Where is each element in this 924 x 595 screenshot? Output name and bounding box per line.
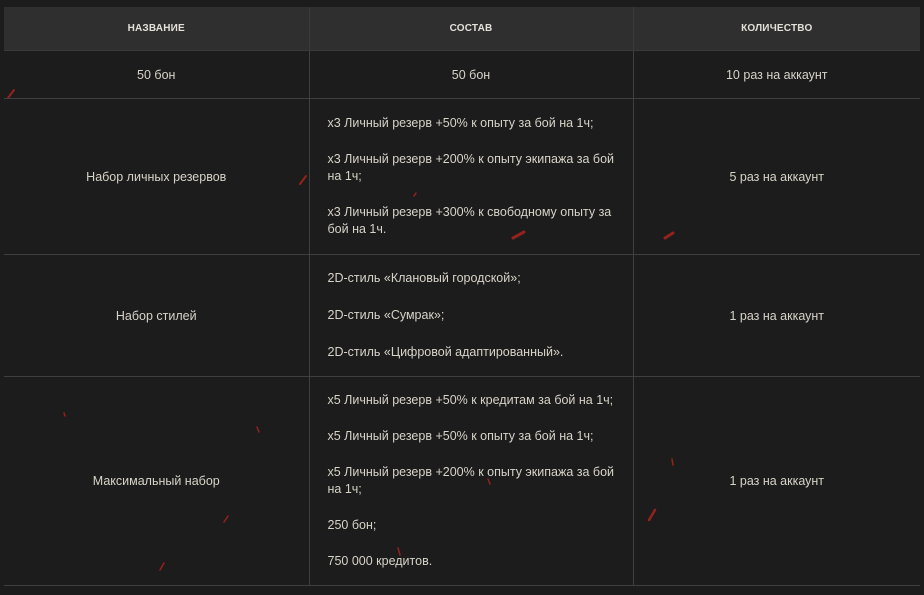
contents-item: x3 Личный резерв +200% к опыту экипажа з… — [327, 152, 615, 183]
contents-item: 750 000 кредитов. — [327, 554, 433, 568]
cell-quantity: 1 раз на аккаунт — [632, 254, 920, 377]
table-row: Набор стилей 2D-стиль «Клановый городско… — [4, 254, 920, 377]
contents-item: x3 Личный резерв +50% к опыту за бой на … — [327, 116, 594, 130]
cell-name: Набор личных резервов — [4, 98, 310, 255]
table-row: Набор личных резервов x3 Личный резерв +… — [4, 98, 920, 255]
table-row: Максимальный набор x5 Личный резерв +50%… — [4, 376, 920, 586]
contents-item: 250 бон; — [327, 518, 377, 532]
contents-item: x5 Личный резерв +200% к опыту экипажа з… — [327, 465, 615, 496]
contents-item: 2D-стиль «Цифровой адаптированный». — [327, 345, 564, 359]
cell-quantity: 1 раз на аккаунт — [632, 376, 920, 586]
cell-quantity: 10 раз на аккаунт — [632, 50, 920, 99]
column-header-name: НАЗВАНИЕ — [4, 7, 310, 51]
cell-quantity: 5 раз на аккаунт — [632, 98, 920, 255]
contents-item: x5 Личный резерв +50% к опыту за бой на … — [327, 429, 594, 443]
column-header-quantity: КОЛИЧЕСТВО — [632, 7, 920, 51]
contents-item: 2D-стиль «Сумрак»; — [327, 308, 445, 322]
cell-contents: x3 Личный резерв +50% к опыту за бой на … — [308, 98, 634, 255]
table-row: 50 бон 50 бон 10 раз на аккаунт — [4, 50, 920, 99]
column-header-contents: СОСТАВ — [308, 7, 634, 51]
contents-item: x3 Личный резерв +300% к свободному опыт… — [327, 205, 612, 236]
cell-contents: x5 Личный резерв +50% к кредитам за бой … — [308, 376, 634, 586]
cell-name: Максимальный набор — [4, 376, 310, 586]
contents-item: x5 Личный резерв +50% к кредитам за бой … — [327, 393, 614, 407]
cell-name: Набор стилей — [4, 254, 310, 377]
cell-contents: 50 бон — [308, 50, 634, 99]
offers-table: НАЗВАНИЕ СОСТАВ КОЛИЧЕСТВО 50 бон 50 бон… — [4, 7, 920, 586]
cell-contents: 2D-стиль «Клановый городской»; 2D-стиль … — [308, 254, 634, 377]
contents-item: 2D-стиль «Клановый городской»; — [327, 271, 521, 285]
table-header-row: НАЗВАНИЕ СОСТАВ КОЛИЧЕСТВО — [4, 7, 920, 51]
contents-item: 50 бон — [451, 67, 491, 82]
cell-name: 50 бон — [4, 50, 310, 99]
